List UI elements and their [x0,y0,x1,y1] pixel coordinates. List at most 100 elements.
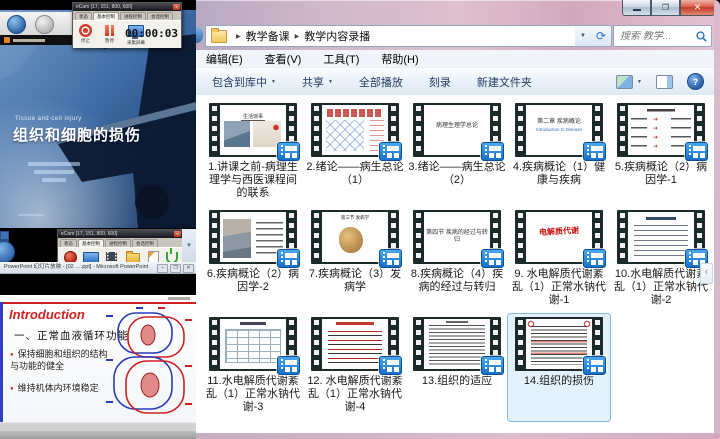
left-column: Tissue and cell injury 组织和细胞的损伤 eCam [17… [0,0,196,439]
search-box[interactable] [613,25,712,47]
collapse-chevron-button[interactable]: ‹ [700,263,713,284]
pause-button[interactable]: 暂停 [103,24,116,44]
slide: Introduction 一、正常血液循环功能 保持细胞和组织的结构与功能的健全… [0,295,196,422]
close-button[interactable]: ✕ [680,0,715,16]
file-item[interactable]: 6.疾病概论（2）病因学-2 [202,207,304,314]
recorder-close-button[interactable]: x [173,4,180,10]
circulation-diagram [106,307,192,415]
video-overlay-icon [481,249,504,268]
stop-button[interactable]: 停止 [79,24,92,44]
file-item[interactable]: 第四节 疾病的经过与转归 8.疾病概论（4）疾病的经过与转归 [406,207,508,314]
file-item[interactable]: 11.水电解质代谢紊乱（1）正常水钠代谢-3 [202,314,304,421]
capture-secondary-button[interactable] [35,15,54,34]
chevron-down-icon: ▼ [328,79,333,85]
recorder-close-button[interactable]: x [174,231,181,237]
file-item[interactable]: 第三节 发病学 7.疾病概论（3）发病学 [304,207,406,314]
file-item[interactable]: 14.组织的损伤 [508,314,610,421]
close-button[interactable]: ✕ [183,264,194,273]
include-in-library-button[interactable]: 包含到库中▼ [212,74,276,90]
powerpoint-titlebar[interactable]: PowerPoint 幻灯片放映 - [02 ….ppt] - Microsof… [0,262,196,274]
file-item[interactable]: 12. 水电解质代谢紊乱（1）正常水钠代谢-4 [304,314,406,421]
recorder-tab[interactable]: 基本控制 [78,239,104,247]
maximize-button[interactable]: ❐ [651,0,680,16]
minimize-button[interactable]: – [157,264,168,273]
window-titlebar[interactable]: ❐ ✕ ▶ 教学备课 ▶ 教学内容录播 ▼ ⟳ [196,0,720,50]
preview-pane-button[interactable] [656,75,673,89]
help-button[interactable]: ? [687,73,704,90]
search-input[interactable] [614,31,695,42]
menu-item[interactable]: 查看(V) [265,51,302,67]
pause-icon [103,24,116,37]
play-all-button[interactable]: 全部播放 [359,74,403,90]
pause-label: 暂停 [105,38,114,44]
file-item[interactable]: 5.疾病概论（2）病因学-1 [610,100,712,207]
taskbar-icon[interactable] [0,231,9,240]
close-icon: ✕ [186,265,190,271]
video-thumbnail [311,317,399,371]
address-dropdown-button[interactable]: ▼ [575,25,592,47]
breadcrumb-root[interactable]: 教学备课 [246,28,290,44]
recorder-tab[interactable]: 进程控制 [120,12,146,20]
capture-button-partial[interactable] [0,241,15,263]
video-overlay-icon [583,142,606,161]
command-toolbar: 包含到库中▼ 共享▼ 全部播放 刻录 新建文件夹 ▼ ? [196,67,720,96]
powerpoint-taskbar-icon [4,37,10,43]
recorder-titlebar[interactable]: eCam [17, 151, 800, 600] x [58,230,182,238]
file-item[interactable]: 电解质代谢 9. 水电解质代谢紊乱（1）正常水钠代谢-1 [508,207,610,314]
menu-item[interactable]: 帮助(H) [381,51,418,67]
menu-item[interactable]: 编辑(E) [206,51,243,67]
video-thumbnail [209,210,297,264]
back-button-partial[interactable] [196,27,203,43]
chevron-down-icon: ▼ [271,79,276,85]
video-thumbnail: 病理生理学总论 [413,103,501,157]
file-name: 10.水电解质代谢紊乱（1）正常水钠代谢-2 [610,268,712,307]
share-button[interactable]: 共享▼ [302,74,333,90]
recorder-tab[interactable]: 会话控制 [147,12,173,20]
file-name: 13.组织的适应 [406,375,508,388]
file-name: 6.疾病概论（2）病因学-2 [202,268,304,294]
minimize-icon: – [161,265,164,271]
video-overlay-icon [379,142,402,161]
menu-bar: 编辑(E) 查看(V) 工具(T) 帮助(H) [196,50,720,67]
recorder-tab[interactable]: 状态 [75,12,92,20]
slide-divider [0,302,196,304]
recorder-tab[interactable]: 基本控制 [93,12,119,20]
refresh-button[interactable]: ⟳ [591,25,612,47]
recorder-titlebar[interactable]: eCam [17, 151, 800, 600] x [73,3,181,11]
restore-button[interactable]: ❐ [170,264,181,273]
change-view-button[interactable]: ▼ [616,75,642,89]
breadcrumb[interactable]: ▶ 教学备课 ▶ 教学内容录播 [205,25,577,47]
menu-item[interactable]: 工具(T) [323,51,359,67]
chevron-down-icon: ▼ [580,33,586,39]
play-all-label: 全部播放 [359,74,403,90]
recorder-tab[interactable]: 状态 [60,239,77,247]
powerpoint-window[interactable]: PowerPoint 幻灯片放映 - [02 ….ppt] - Microsof… [0,262,196,439]
file-item[interactable]: 第二章 疾病概论 Introduction to Disease 4.疾病概论（… [508,100,610,207]
help-icon: ? [693,77,699,87]
file-item[interactable]: 10.水电解质代谢紊乱（1）正常水钠代谢-2 [610,207,712,314]
slide-bullet: 维持机体内环境稳定 [10,383,110,395]
capture-app-panel [0,12,73,36]
file-name: 5.疾病概论（2）病因学-1 [610,161,712,187]
capture-record-button[interactable] [7,15,26,34]
film-icon[interactable] [106,252,117,261]
video-subtitle-en: Tissue and cell injury [15,116,82,122]
file-item[interactable]: 13.组织的适应 [406,314,508,421]
window-border [714,0,720,439]
burn-button[interactable]: 刻录 [429,74,451,90]
file-item[interactable]: 生活琐事 1.讲课之前-病理生理学与西医课程间的联系 [202,100,304,207]
video-overlay-icon [583,356,606,375]
breadcrumb-current[interactable]: 教学内容录播 [304,28,370,44]
new-folder-button[interactable]: 新建文件夹 [477,74,532,90]
file-item[interactable]: 病理生理学总论 3.绪论——病生总论（2） [406,100,508,207]
video-overlay-icon [277,249,300,268]
recorder-window-lower[interactable]: eCam [17, 151, 800, 600] x 状态基本控制进程控制会话控… [57,229,183,265]
capture-app-strip [0,35,73,45]
recorder-body: 停止 暂停 采集屏幕 00:00:03 [73,20,181,48]
slide-preview-subtitle: Introduction to Disease [526,127,592,132]
file-item[interactable]: 2.绪论——病生总论（1） [304,100,406,207]
recorder-window[interactable]: eCam [17, 151, 800, 600] x 状态基本控制进程控制会话控… [72,2,182,48]
recorder-tab[interactable]: 会话控制 [132,239,158,247]
recorder-tab[interactable]: 进程控制 [105,239,131,247]
minimize-button[interactable] [622,0,651,16]
